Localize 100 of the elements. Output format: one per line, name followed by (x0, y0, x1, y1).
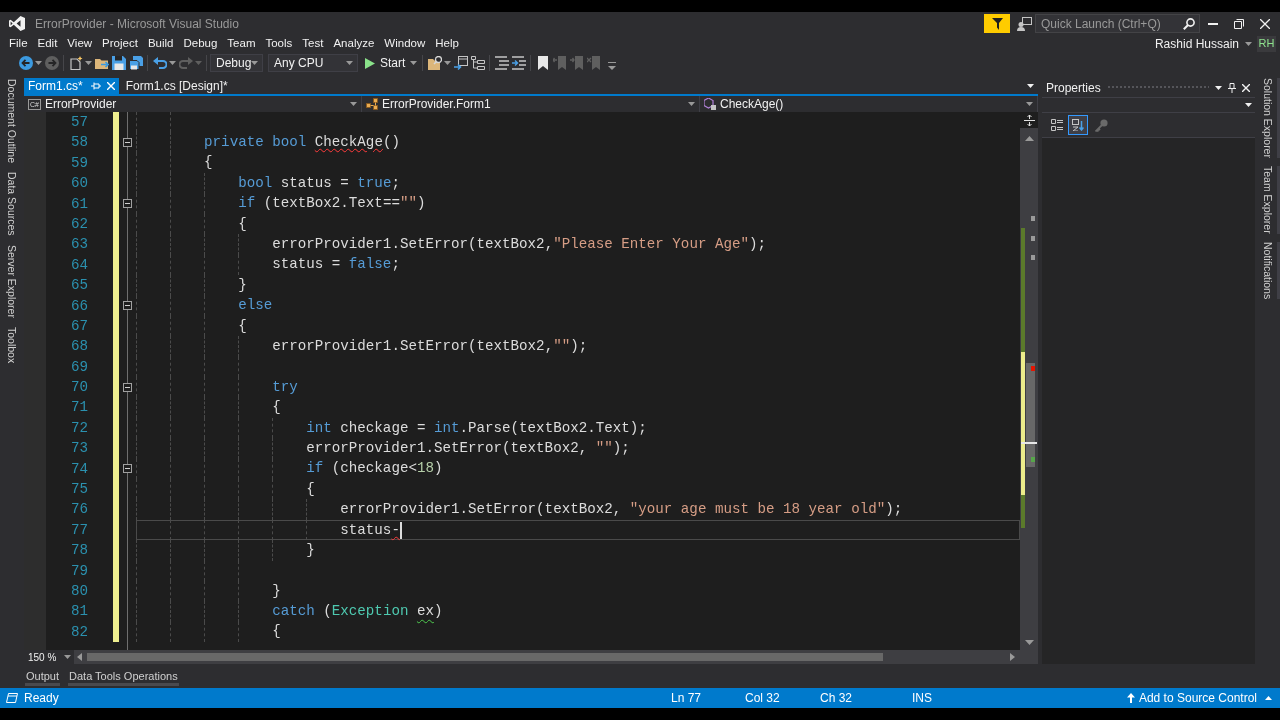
line-number: 78 (70, 541, 88, 561)
caret-icon[interactable] (350, 102, 357, 106)
tool-window-tab[interactable]: Toolbox (4, 326, 18, 363)
line-number: 68 (70, 337, 88, 357)
collapse-icon[interactable] (123, 199, 132, 209)
feedback-button[interactable] (984, 14, 1010, 33)
line-number: 70 (70, 378, 88, 398)
caret-icon[interactable] (64, 655, 71, 659)
document-tab[interactable]: Form1.cs [Design]* (118, 78, 235, 94)
code-line: if (textBox2.Text=="") (238, 195, 426, 213)
menu-item[interactable]: Debug (178, 35, 223, 52)
minimize-icon (1208, 22, 1218, 25)
line-number: 75 (70, 480, 88, 500)
caret-icon[interactable] (1027, 84, 1034, 88)
connected-boxes-icon (366, 98, 378, 110)
line-number: 80 (70, 582, 88, 601)
code-line: } (238, 276, 247, 294)
cube-lock-icon (704, 98, 716, 110)
code-line: { (204, 154, 213, 172)
line-number: 58 (70, 133, 88, 153)
tool-window-tab[interactable]: Data Sources (4, 172, 18, 236)
caret-icon[interactable] (1245, 103, 1252, 107)
line-number: 62 (70, 214, 88, 234)
caret-up-icon[interactable] (1265, 696, 1272, 700)
line-number: 71 (70, 398, 88, 418)
collapse-icon[interactable] (123, 301, 132, 311)
splitter-handle[interactable] (1020, 112, 1038, 128)
caret-icon[interactable] (688, 102, 695, 106)
menu-item[interactable]: Build (142, 35, 179, 52)
tool-window-tab[interactable]: Document Outline (4, 79, 18, 164)
start-button[interactable]: Start (363, 54, 420, 72)
arrow-up-icon[interactable] (1025, 136, 1034, 141)
line-number: 61 (70, 194, 88, 214)
horizontal-scrollbar[interactable] (74, 650, 1020, 664)
arrow-down-icon[interactable] (1025, 640, 1034, 645)
vertical-scrollbar[interactable] (1020, 112, 1038, 650)
tool-window-tab[interactable]: Notifications (1261, 241, 1280, 299)
arrow-up-icon[interactable] (1126, 693, 1135, 703)
code-line: { (272, 399, 281, 417)
text-cursor-icon (399, 521, 402, 539)
menu-item[interactable]: Edit (32, 35, 63, 52)
platform-dropdown[interactable]: Any CPU (268, 54, 358, 72)
line-number: 81 (70, 602, 88, 622)
caret-icon[interactable] (410, 61, 418, 65)
error-marker-icon (1031, 366, 1035, 371)
character-indicator: Ch 32 (820, 690, 854, 707)
caret-icon[interactable] (85, 61, 92, 65)
menu-item[interactable]: Window (379, 35, 431, 52)
caret-icon[interactable] (444, 61, 452, 65)
zoom-dropdown[interactable]: 150 % (24, 650, 74, 664)
caret-icon[interactable] (169, 61, 176, 65)
menu-item[interactable]: Test (297, 35, 329, 52)
menu-item[interactable]: Tools (260, 35, 298, 52)
configuration-dropdown[interactable]: Debug (210, 54, 263, 72)
line-number: 63 (70, 235, 88, 255)
caret-icon[interactable] (1245, 41, 1252, 46)
line-number: 79 (70, 561, 88, 581)
close-icon[interactable] (1242, 83, 1250, 92)
menu-item[interactable]: File (4, 35, 33, 52)
menu-item[interactable]: Team (222, 35, 261, 52)
line-number: 57 (70, 113, 88, 132)
code-line: { (238, 317, 247, 335)
tool-window-tab[interactable]: Server Explorer (4, 244, 18, 318)
caret-icon[interactable] (1215, 85, 1222, 90)
caret-position-marker (1021, 442, 1037, 444)
tool-window-tab[interactable]: Solution Explorer (1261, 78, 1280, 158)
code-line: { (238, 215, 247, 233)
menu-item[interactable]: View (62, 35, 98, 52)
caret-icon[interactable] (1026, 102, 1033, 106)
collapse-icon[interactable] (123, 138, 132, 148)
code-line: errorProvider1.SetError(textBox2, "your age must be 18 year old"); (340, 501, 903, 519)
toolbar-overflow-icon[interactable] (608, 62, 617, 70)
status-text: Ready (24, 690, 59, 707)
scroll-thumb[interactable] (87, 653, 883, 661)
app-logo-icon (9, 16, 25, 31)
source-control-button[interactable]: Add to Source Control (1138, 689, 1257, 707)
search-icon[interactable] (1183, 17, 1195, 30)
line-number: 64 (70, 255, 88, 275)
menu-item[interactable]: Project (97, 35, 143, 52)
caret-icon[interactable] (35, 61, 42, 65)
person-screen-icon[interactable] (1017, 16, 1032, 31)
line-number: 67 (70, 316, 88, 336)
tool-window-tab[interactable]: Team Explorer (1261, 165, 1280, 234)
collapse-icon[interactable] (123, 382, 132, 392)
menu-item[interactable]: Help (430, 35, 464, 52)
account-name[interactable]: Rashid Hussain (1154, 34, 1239, 53)
marker-icon (1031, 236, 1035, 241)
code-line: } (272, 582, 281, 600)
pin-icon[interactable] (1228, 82, 1236, 93)
arrow-left-icon[interactable] (77, 653, 82, 661)
scroll-thumb[interactable] (1026, 363, 1035, 467)
line-number: 66 (70, 296, 88, 316)
arrow-right-icon[interactable] (1010, 653, 1015, 661)
warning-marker-icon (1031, 457, 1035, 462)
menu-item[interactable]: Analyze (328, 35, 380, 52)
collapse-icon[interactable] (123, 464, 132, 474)
code-line: private bool CheckAge() (204, 134, 400, 152)
code-line: try (272, 378, 298, 396)
quick-launch-field[interactable]: Quick Launch (Ctrl+Q) (1035, 14, 1200, 33)
account-initials[interactable]: RH (1257, 35, 1276, 52)
